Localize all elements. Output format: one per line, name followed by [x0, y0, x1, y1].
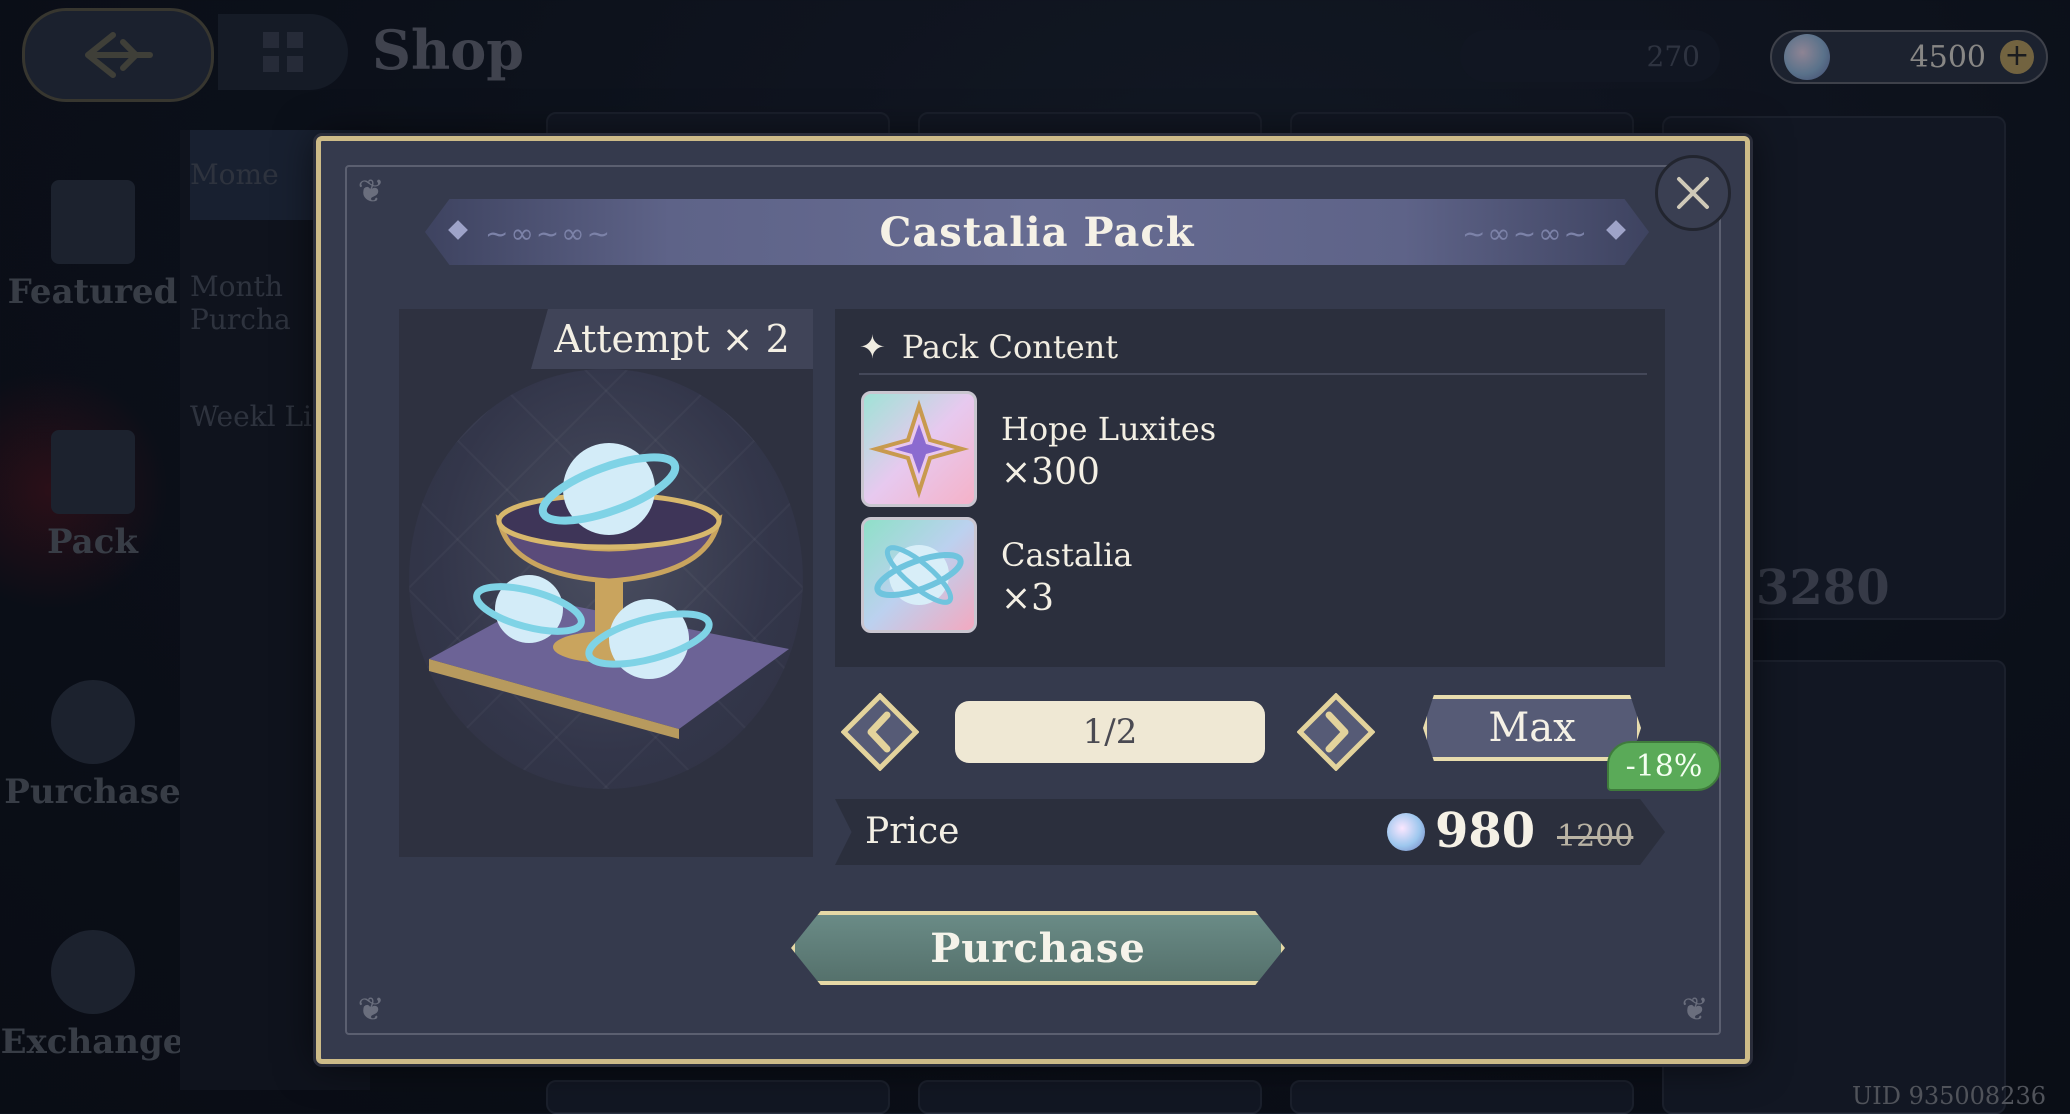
luxite-gem-icon [1387, 813, 1425, 851]
increase-button[interactable] [1296, 692, 1376, 772]
attempt-count: 2 [765, 317, 790, 361]
max-button[interactable]: Max [1423, 695, 1641, 761]
price-label: Price [865, 811, 960, 852]
diamond-icon [448, 220, 468, 240]
item-name: Hope Luxites [1001, 410, 1217, 448]
dialog-title-bar: ~∞~∞~ Castalia Pack ~∞~∞~ [425, 199, 1649, 265]
item-quantity: ×3 [1001, 578, 1055, 619]
quantity-display: 1/2 [955, 701, 1265, 763]
swirl-ornament-icon: ~∞~∞~ [485, 217, 613, 250]
pack-content-header: ✦ Pack Content [859, 321, 1647, 375]
close-button[interactable] [1655, 155, 1731, 231]
list-item[interactable]: Hope Luxites ×300 [861, 391, 1641, 509]
pack-content-heading: Pack Content [901, 328, 1119, 366]
close-icon [1677, 177, 1709, 209]
item-name: Castalia [1001, 536, 1133, 574]
item-text: Hope Luxites ×300 [1001, 407, 1216, 495]
list-item[interactable]: Castalia ×3 [861, 517, 1641, 635]
chevron-left-icon [840, 692, 920, 772]
hope-luxite-icon [861, 391, 977, 507]
price-row: Price 980 1200 [835, 799, 1665, 865]
attempt-label: Attempt × [554, 317, 754, 361]
corner-ornament-icon: ❦ [1681, 990, 1709, 1028]
purchase-button[interactable]: Purchase [791, 911, 1285, 985]
diamond-icon [1606, 220, 1626, 240]
pack-image-panel: Attempt × 2 [399, 309, 813, 857]
chevron-right-icon [1296, 692, 1376, 772]
item-text: Castalia ×3 [1001, 533, 1132, 621]
corner-ornament-icon: ❦ [357, 172, 385, 210]
pack-dialog: ❦ ❦ ❦ ~∞~∞~ Castalia Pack ~∞~∞~ Attempt … [316, 136, 1750, 1064]
discount-badge: -18% [1607, 741, 1721, 791]
attempt-tag: Attempt × 2 [531, 309, 813, 369]
castalia-artwork-icon [429, 443, 789, 739]
pack-content-panel: ✦ Pack Content Hope Luxites ×300 Castali… [835, 309, 1665, 667]
swirl-ornament-icon: ~∞~∞~ [1461, 217, 1589, 250]
corner-ornament-icon: ❦ [357, 990, 385, 1028]
sparkle-icon: ✦ [859, 328, 886, 366]
price-current: 980 [1435, 803, 1536, 859]
decrease-button[interactable] [840, 692, 920, 772]
dialog-title: Castalia Pack [879, 208, 1195, 256]
item-quantity: ×300 [1001, 452, 1100, 493]
price-original: 1200 [1557, 819, 1634, 854]
castalia-icon [861, 517, 977, 633]
